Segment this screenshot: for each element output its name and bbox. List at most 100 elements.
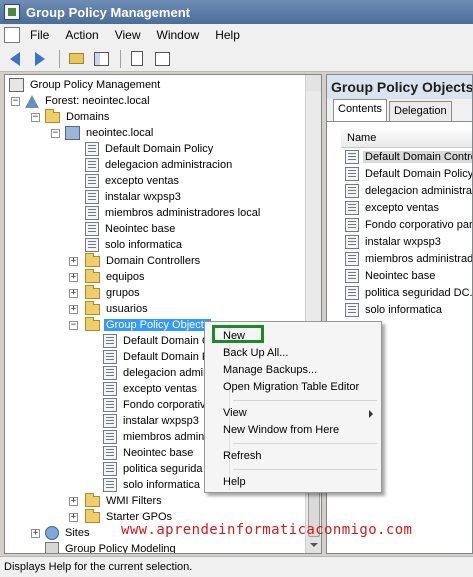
collapse-gpo-container[interactable]: −: [69, 321, 78, 330]
tree-gpo-link[interactable]: excepto ventas: [85, 173, 181, 189]
tree-gpo-link[interactable]: miembros administradores local: [85, 205, 262, 221]
show-hide-tree-icon[interactable]: [90, 49, 112, 69]
list-item[interactable]: miembros administrador: [345, 251, 472, 267]
expand-equipos[interactable]: +: [69, 273, 78, 282]
list-item[interactable]: delegacion administra: [345, 183, 472, 199]
gpo-icon: [103, 334, 117, 348]
tree-gpo-link[interactable]: solo informatica: [85, 237, 184, 253]
tree-domain[interactable]: neointec.local: [65, 125, 155, 141]
tree-gpo[interactable]: Neointec base: [103, 445, 195, 461]
tree-gpo[interactable]: Default Domain C: [103, 333, 212, 349]
list-item[interactable]: instalar wxpsp3: [345, 234, 443, 250]
tree-group-policy-objects[interactable]: Group Policy Objects: [85, 316, 212, 333]
ctx-help[interactable]: Help: [223, 474, 246, 491]
tree-sites[interactable]: Sites: [45, 525, 91, 541]
help-icon[interactable]: [151, 49, 173, 69]
expand-usuarios[interactable]: +: [69, 305, 78, 314]
ctx-new-window[interactable]: New Window from Here: [223, 422, 339, 439]
tree-gpo[interactable]: miembros adminis: [103, 429, 214, 445]
gpo-icon: [345, 150, 359, 164]
tree-root[interactable]: Group Policy Management: [9, 77, 162, 93]
list-item[interactable]: solo informatica: [345, 302, 444, 318]
menu-action[interactable]: Action: [57, 28, 106, 42]
collapse-domains[interactable]: −: [31, 113, 40, 122]
collapse-domain[interactable]: −: [51, 129, 60, 138]
list-item[interactable]: Default Domain Policy: [345, 166, 472, 182]
folder-icon: [85, 300, 100, 315]
tree-folder-grupos[interactable]: grupos: [85, 284, 142, 301]
gpo-icon: [103, 414, 117, 428]
tree-gpo[interactable]: Fondo corporativ: [103, 397, 208, 413]
ctx-separator: [233, 469, 377, 470]
list-item[interactable]: Default Domain Control: [345, 149, 472, 165]
ctx-separator: [233, 400, 377, 401]
tree-gpo[interactable]: delegacion admin: [103, 365, 211, 381]
gpo-icon: [345, 252, 359, 266]
forward-arrow-icon[interactable]: [29, 49, 51, 69]
properties-icon[interactable]: [126, 49, 148, 69]
tree-folder-domain-controllers[interactable]: Domain Controllers: [85, 252, 202, 269]
menu-help[interactable]: Help: [207, 28, 248, 42]
gpo-link-icon: [85, 222, 99, 236]
title-bar: Group Policy Management: [0, 0, 473, 24]
ctx-manage-backups[interactable]: Manage Backups...: [223, 362, 317, 379]
tree-gp-modeling[interactable]: Group Policy Modeling: [45, 541, 178, 553]
tree-gpo[interactable]: Default Domain P: [103, 349, 211, 365]
tree-gpo-link[interactable]: Default Domain Policy: [85, 141, 215, 157]
window-title: Group Policy Management: [26, 4, 190, 20]
gpo-icon: [103, 366, 117, 380]
ctx-view[interactable]: View: [223, 405, 247, 422]
gpo-icon: [345, 235, 359, 249]
system-menu-icon[interactable]: [4, 27, 20, 43]
tree-wmi-filters[interactable]: WMI Filters: [85, 492, 164, 509]
menu-file[interactable]: File: [22, 28, 57, 42]
gpo-icon: [345, 218, 359, 232]
tree-gpo-link[interactable]: Neointec base: [85, 221, 177, 237]
tree-gpo[interactable]: instalar wxpsp3: [103, 413, 201, 429]
tab-delegation[interactable]: Delegation: [389, 101, 452, 121]
folder-icon: [85, 284, 100, 299]
expand-wmi-filters[interactable]: +: [69, 497, 78, 506]
context-menu: New Back Up All... Manage Backups... Ope…: [204, 321, 382, 493]
scroll-up-button[interactable]: [306, 75, 321, 91]
ctx-refresh[interactable]: Refresh: [223, 448, 262, 465]
gpo-icon: [345, 286, 359, 300]
list-item[interactable]: politica seguridad DC.x: [345, 285, 472, 301]
list-item[interactable]: Fondo corporativo para: [345, 217, 472, 233]
gpo-icon: [103, 350, 117, 364]
tree-gpo[interactable]: solo informatica: [103, 477, 202, 493]
list-item[interactable]: excepto ventas: [345, 200, 441, 216]
tree-gpo[interactable]: excepto ventas: [103, 381, 199, 397]
up-folder-icon[interactable]: [65, 49, 87, 69]
menu-view[interactable]: View: [107, 28, 149, 42]
toolbar-separator: [120, 49, 121, 68]
expand-sites[interactable]: +: [31, 529, 40, 538]
menu-window[interactable]: Window: [149, 28, 208, 42]
expand-domain-controllers[interactable]: +: [69, 257, 78, 266]
scroll-down-button[interactable]: [306, 537, 321, 553]
details-header: Group Policy Objects: [327, 75, 472, 99]
gpo-link-icon: [85, 190, 99, 204]
tree-domains[interactable]: Domains: [45, 108, 111, 125]
expand-starter-gpos[interactable]: +: [69, 513, 78, 522]
tree-forest[interactable]: Forest: neointec.local: [25, 93, 152, 109]
gpmc-icon: [9, 78, 24, 92]
gpo-icon: [103, 398, 117, 412]
tab-contents[interactable]: Contents: [333, 99, 388, 121]
ctx-separator: [233, 443, 377, 444]
back-arrow-icon[interactable]: [4, 49, 26, 69]
tree-gpo-link[interactable]: delegacion administracion: [85, 157, 234, 173]
tree-folder-usuarios[interactable]: usuarios: [85, 300, 150, 317]
ctx-migration-editor[interactable]: Open Migration Table Editor: [223, 379, 359, 396]
tree-gpo[interactable]: politica segurida: [103, 461, 205, 477]
collapse-forest[interactable]: −: [11, 97, 20, 106]
column-header-name[interactable]: Name: [341, 130, 472, 148]
gpo-link-icon: [85, 206, 99, 220]
ctx-backup-all[interactable]: Back Up All...: [223, 345, 288, 362]
tree-gpo-link[interactable]: instalar wxpsp3: [85, 189, 183, 205]
list-item[interactable]: Neointec base: [345, 268, 437, 284]
expand-grupos[interactable]: +: [69, 289, 78, 298]
tree-folder-equipos[interactable]: equipos: [85, 268, 147, 285]
gpo-link-icon: [85, 142, 99, 156]
gpo-icon: [103, 478, 117, 492]
